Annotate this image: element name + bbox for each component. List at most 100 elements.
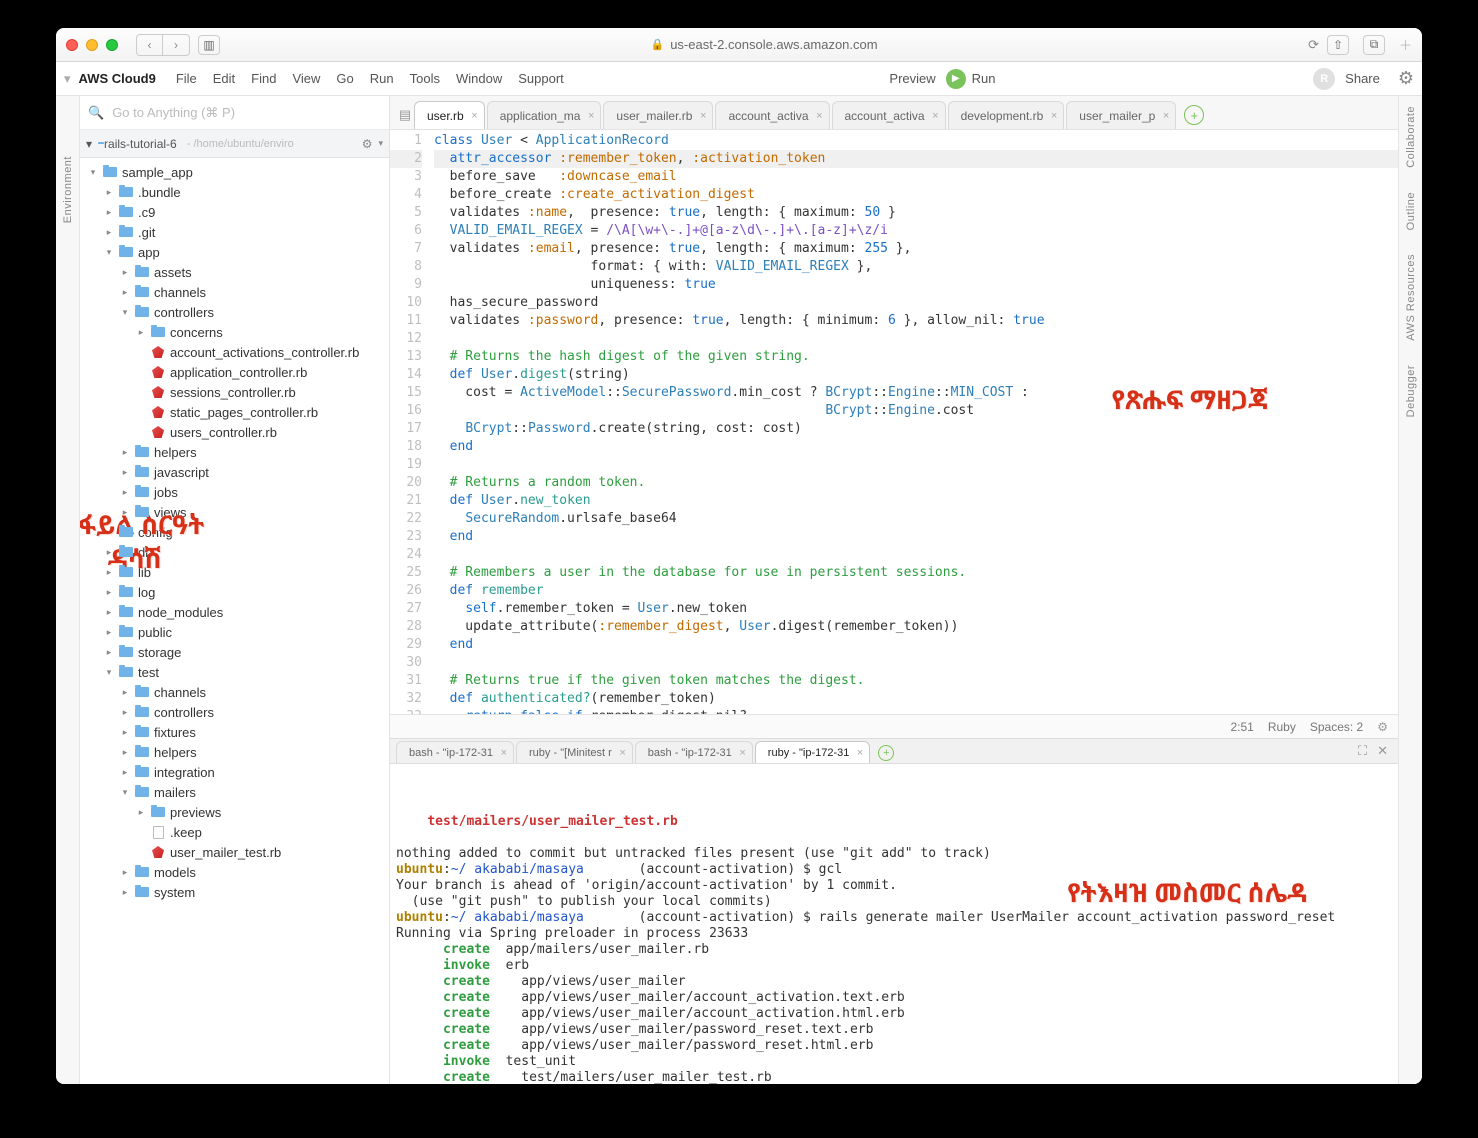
preview-button[interactable]: Preview: [889, 71, 935, 86]
maximize-window-button[interactable]: [106, 39, 118, 51]
menu-file[interactable]: File: [168, 67, 205, 90]
tree-folder[interactable]: ▸.bundle: [80, 182, 389, 202]
tree-file[interactable]: application_controller.rb: [80, 362, 389, 382]
indent-mode[interactable]: Spaces: 2: [1310, 720, 1363, 734]
nav-forward-button[interactable]: ›: [163, 35, 189, 55]
terminal-tab[interactable]: ruby - "ip-172-31×: [755, 741, 871, 763]
tree-folder[interactable]: ▾test: [80, 662, 389, 682]
tree-folder[interactable]: ▸previews: [80, 802, 389, 822]
tree-folder[interactable]: ▸node_modules: [80, 602, 389, 622]
menu-go[interactable]: Go: [328, 67, 361, 90]
avatar[interactable]: R: [1313, 68, 1335, 90]
tree-folder[interactable]: ▸helpers: [80, 742, 389, 762]
tree-file[interactable]: user_mailer_test.rb: [80, 842, 389, 862]
editor-tab[interactable]: user_mailer.rb×: [603, 101, 713, 129]
tree-folder[interactable]: ▸.c9: [80, 202, 389, 222]
address-bar[interactable]: 🔒 us-east-2.console.aws.amazon.com: [228, 37, 1300, 52]
rightpanel-collaborate[interactable]: Collaborate: [1405, 106, 1417, 168]
close-tab-icon[interactable]: ×: [857, 747, 863, 759]
tree-file[interactable]: .keep: [80, 822, 389, 842]
tree-file[interactable]: account_activations_controller.rb: [80, 342, 389, 362]
menu-tools[interactable]: Tools: [402, 67, 448, 90]
tree-folder[interactable]: ▾mailers: [80, 782, 389, 802]
tree-folder[interactable]: ▸public: [80, 622, 389, 642]
tree-folder[interactable]: ▸channels: [80, 282, 389, 302]
file-tree[interactable]: የፋይል ስርዓት ዳሳሽ ▾sample_app▸.bundle▸.c9▸.g…: [80, 158, 389, 1084]
tree-folder[interactable]: ▸fixtures: [80, 722, 389, 742]
tree-file[interactable]: users_controller.rb: [80, 422, 389, 442]
reload-icon[interactable]: ⟳: [1308, 37, 1319, 53]
close-panel-icon[interactable]: ✕: [1377, 743, 1388, 759]
close-tab-icon[interactable]: ×: [1051, 110, 1057, 122]
gear-icon[interactable]: ⚙: [1398, 68, 1414, 89]
tree-folder[interactable]: ▸controllers: [80, 702, 389, 722]
sidebar-toggle-icon[interactable]: ▥: [198, 35, 220, 55]
tree-folder[interactable]: ▸system: [80, 882, 389, 902]
goto-anything-input[interactable]: [112, 105, 381, 120]
menu-run[interactable]: Run: [362, 67, 402, 90]
editor-tab[interactable]: user.rb×: [414, 101, 485, 129]
terminal-panel[interactable]: የትእዛዝ መስመር ሰሌዳ test/mailers/user_mailer_…: [390, 764, 1398, 1084]
close-tab-icon[interactable]: ×: [471, 110, 477, 122]
rightpanel-aws-resources[interactable]: AWS Resources: [1405, 254, 1417, 341]
terminal-tab[interactable]: bash - "ip-172-31×: [635, 741, 753, 763]
menu-support[interactable]: Support: [510, 67, 572, 90]
editor-tab[interactable]: account_activa×: [832, 101, 946, 129]
close-tab-icon[interactable]: ×: [700, 110, 706, 122]
add-tab-button[interactable]: +: [1184, 105, 1204, 125]
tree-folder[interactable]: ▾sample_app: [80, 162, 389, 182]
close-tab-icon[interactable]: ×: [588, 110, 594, 122]
rightpanel-debugger[interactable]: Debugger: [1405, 365, 1417, 417]
menu-window[interactable]: Window: [448, 67, 510, 90]
terminal-tab[interactable]: bash - "ip-172-31×: [396, 741, 514, 763]
editor-tab[interactable]: user_mailer_p×: [1066, 101, 1176, 129]
language-mode[interactable]: Ruby: [1268, 720, 1296, 734]
tree-file[interactable]: static_pages_controller.rb: [80, 402, 389, 422]
code-editor[interactable]: 1234567891011121314151617181920212223242…: [390, 130, 1398, 714]
rightpanel-outline[interactable]: Outline: [1405, 192, 1417, 230]
gear-icon[interactable]: ⚙: [362, 137, 373, 151]
close-tab-icon[interactable]: ×: [619, 747, 625, 759]
nav-back-button[interactable]: ‹: [137, 35, 163, 55]
tree-folder[interactable]: ▸views: [80, 502, 389, 522]
close-tab-icon[interactable]: ×: [501, 747, 507, 759]
tree-folder[interactable]: ▸integration: [80, 762, 389, 782]
close-window-button[interactable]: [66, 39, 78, 51]
tab-menu-icon[interactable]: ▤: [396, 107, 414, 123]
code-content[interactable]: class User < ApplicationRecord attr_acce…: [430, 130, 1398, 714]
tree-folder[interactable]: ▸jobs: [80, 482, 389, 502]
tree-folder[interactable]: ▸storage: [80, 642, 389, 662]
tree-folder[interactable]: ▸.git: [80, 222, 389, 242]
tree-folder[interactable]: ▾app: [80, 242, 389, 262]
tree-folder[interactable]: ▸config: [80, 522, 389, 542]
minimize-window-button[interactable]: [86, 39, 98, 51]
menu-view[interactable]: View: [284, 67, 328, 90]
menu-find[interactable]: Find: [243, 67, 284, 90]
close-tab-icon[interactable]: ×: [932, 110, 938, 122]
new-tab-icon[interactable]: ＋: [1399, 35, 1412, 54]
cloud9-menu-icon[interactable]: ▾: [64, 71, 71, 87]
close-tab-icon[interactable]: ×: [739, 747, 745, 759]
add-terminal-tab-button[interactable]: +: [878, 745, 894, 761]
share-button[interactable]: Share: [1337, 67, 1388, 90]
tree-folder[interactable]: ▸log: [80, 582, 389, 602]
tree-folder[interactable]: ▸models: [80, 862, 389, 882]
editor-tab[interactable]: development.rb×: [948, 101, 1065, 129]
tree-folder[interactable]: ▸javascript: [80, 462, 389, 482]
tree-folder[interactable]: ▸helpers: [80, 442, 389, 462]
tree-file[interactable]: sessions_controller.rb: [80, 382, 389, 402]
tree-folder[interactable]: ▸channels: [80, 682, 389, 702]
close-tab-icon[interactable]: ×: [816, 110, 822, 122]
maximize-panel-icon[interactable]: ⛶: [1358, 743, 1367, 759]
run-button[interactable]: ▶ Run: [946, 69, 996, 89]
tree-folder[interactable]: ▸assets: [80, 262, 389, 282]
share-icon[interactable]: ⇧: [1327, 35, 1349, 55]
tree-folder[interactable]: ▸lib: [80, 562, 389, 582]
environment-tab[interactable]: Environment: [62, 156, 74, 223]
tree-folder[interactable]: ▸db: [80, 542, 389, 562]
terminal-tab[interactable]: ruby - "[Minitest r×: [516, 741, 633, 763]
tree-folder[interactable]: ▾controllers: [80, 302, 389, 322]
gear-icon[interactable]: ⚙: [1377, 720, 1388, 734]
editor-tab[interactable]: account_activa×: [715, 101, 829, 129]
project-header[interactable]: ▾ rails-tutorial-6 - /home/ubuntu/enviro…: [80, 130, 389, 158]
